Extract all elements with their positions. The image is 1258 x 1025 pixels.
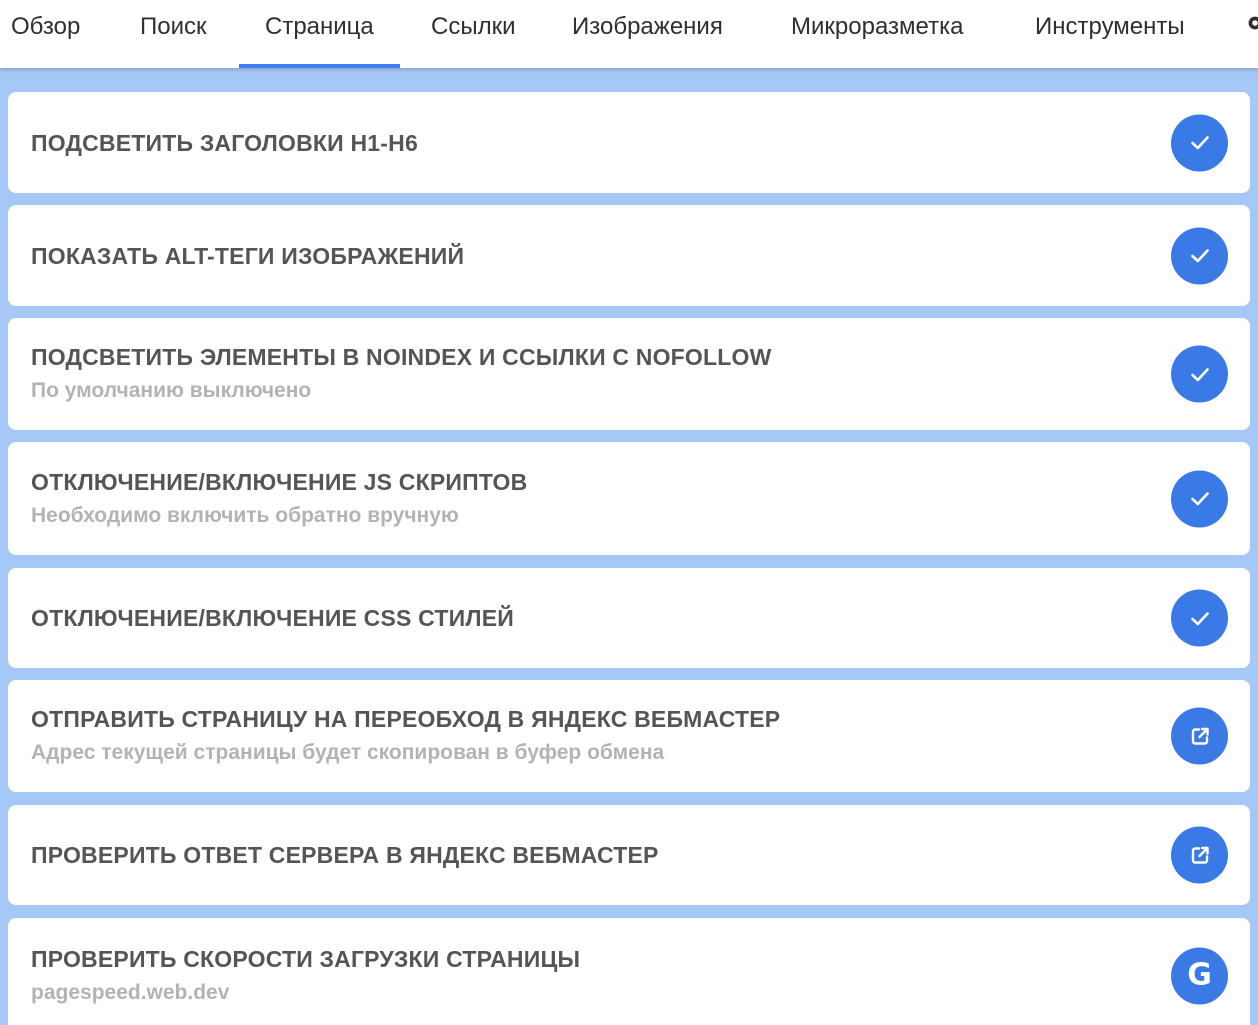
list-item[interactable]: ПРОВЕРИТЬ ОТВЕТ СЕРВЕРА В ЯНДЕКС ВЕБМАСТ… <box>8 805 1250 905</box>
toggle-button[interactable] <box>1171 227 1228 284</box>
tab-bar: Обзор Поиск Страница Ссылки Изображения … <box>0 0 1258 68</box>
open-link-button[interactable] <box>1171 707 1228 765</box>
tab-images[interactable]: Изображения <box>572 0 723 68</box>
item-subtitle: Необходимо включить обратно вручную <box>31 503 459 527</box>
check-icon <box>1190 611 1209 625</box>
list-item[interactable]: ОТКЛЮЧЕНИЕ/ВКЛЮЧЕНИЕ CSS СТИЛЕЙ <box>8 568 1250 668</box>
item-subtitle: pagespeed.web.dev <box>31 980 230 1004</box>
list-item[interactable]: ОТКЛЮЧЕНИЕ/ВКЛЮЧЕНИЕ JS СКРИПТОВ Необход… <box>8 442 1250 555</box>
item-title: ОТКЛЮЧЕНИЕ/ВКЛЮЧЕНИЕ CSS СТИЛЕЙ <box>31 605 514 631</box>
external-link-icon <box>1191 727 1209 745</box>
toggle-button[interactable] <box>1171 470 1228 527</box>
item-subtitle: Адрес текущей страницы будет скопирован … <box>31 741 665 764</box>
toggle-button[interactable] <box>1171 114 1228 171</box>
tab-overview[interactable]: Обзор <box>11 0 80 68</box>
check-icon <box>1190 367 1209 381</box>
tab-search[interactable]: Поиск <box>140 0 207 68</box>
google-icon: G <box>1187 957 1212 993</box>
toggle-button[interactable] <box>1171 589 1228 647</box>
tab-page[interactable]: Страница <box>239 0 400 68</box>
list-item[interactable]: ОТПРАВИТЬ СТРАНИЦУ НА ПЕРЕОБХОД В ЯНДЕКС… <box>8 680 1250 792</box>
item-title: ОТКЛЮЧЕНИЕ/ВКЛЮЧЕНИЕ JS СКРИПТОВ <box>31 468 528 495</box>
external-link-icon <box>1191 846 1209 864</box>
toggle-button[interactable] <box>1171 345 1228 403</box>
list-item[interactable]: ПОКАЗАТЬ ALT-ТЕГИ ИЗОБРАЖЕНИЙ <box>8 205 1250 306</box>
open-link-button[interactable] <box>1171 826 1228 884</box>
item-title: ПОДСВЕТИТЬ ЗАГОЛОВКИ H1-H6 <box>31 129 418 156</box>
tab-links[interactable]: Ссылки <box>431 0 516 68</box>
gear-icon[interactable] <box>1244 0 1258 54</box>
item-title: ОТПРАВИТЬ СТРАНИЦУ НА ПЕРЕОБХОД В ЯНДЕКС… <box>31 706 781 732</box>
check-icon <box>1190 136 1209 150</box>
item-subtitle: По умолчанию выключено <box>31 379 312 402</box>
check-icon <box>1190 249 1209 263</box>
item-title: ПРОВЕРИТЬ СКОРОСТИ ЗАГРУЗКИ СТРАНИЦЫ <box>31 945 581 972</box>
pagespeed-button[interactable]: G <box>1171 947 1228 1004</box>
list-item[interactable]: ПРОВЕРИТЬ СКОРОСТИ ЗАГРУЗКИ СТРАНИЦЫ pag… <box>8 918 1250 1025</box>
item-title: ПРОВЕРИТЬ ОТВЕТ СЕРВЕРА В ЯНДЕКС ВЕБМАСТ… <box>31 842 659 868</box>
check-icon <box>1190 492 1209 506</box>
list-item[interactable]: ПОДСВЕТИТЬ ЗАГОЛОВКИ H1-H6 <box>8 92 1250 193</box>
list-item[interactable]: ПОДСВЕТИТЬ ЭЛЕМЕНТЫ В NOINDEX И ССЫЛКИ С… <box>8 318 1250 430</box>
tab-microdata[interactable]: Микроразметка <box>791 0 963 68</box>
tab-tools[interactable]: Инструменты <box>1035 0 1185 68</box>
item-title: ПОДСВЕТИТЬ ЭЛЕМЕНТЫ В NOINDEX И ССЫЛКИ С… <box>31 344 772 370</box>
item-title: ПОКАЗАТЬ ALT-ТЕГИ ИЗОБРАЖЕНИЙ <box>31 242 465 269</box>
